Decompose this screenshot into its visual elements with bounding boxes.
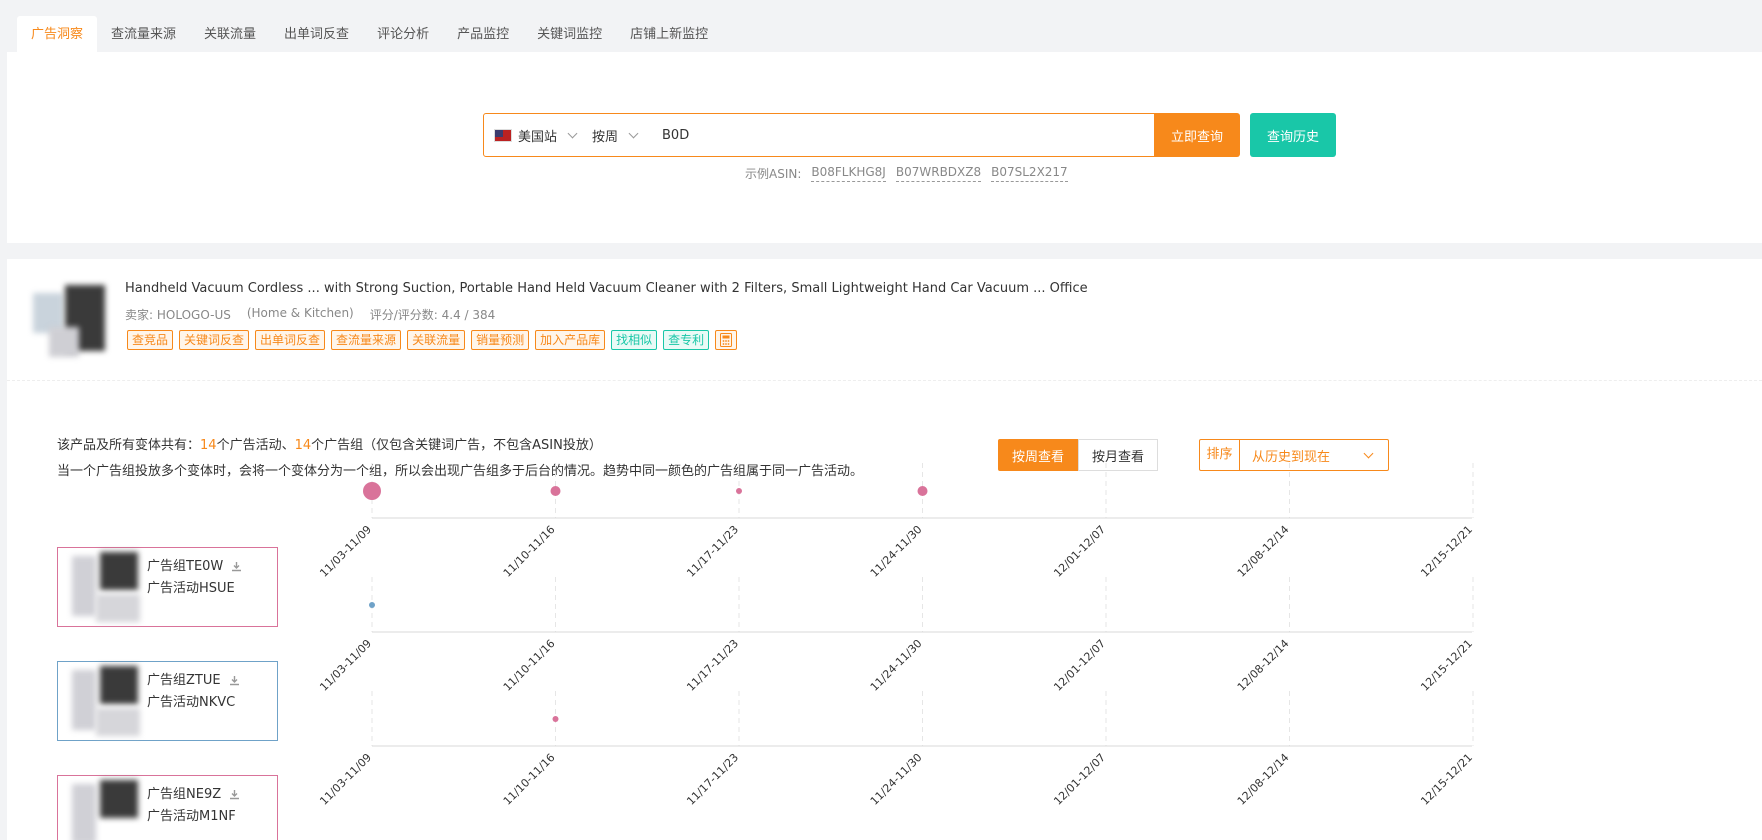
week-tick-label: 12/08-12/14 — [1235, 751, 1292, 808]
query-now-button[interactable]: 立即查询 — [1154, 113, 1240, 157]
week-tick-label: 12/01-12/07 — [1051, 637, 1108, 694]
tab-product-monitor[interactable]: 产品监控 — [443, 16, 523, 52]
ad-activity-dot[interactable] — [917, 486, 928, 496]
week-tick-label: 11/17-11/23 — [684, 751, 741, 808]
ad-activity-dot[interactable] — [550, 486, 561, 496]
chevron-down-icon — [567, 128, 578, 138]
tab-store-monitor[interactable]: 店铺上新监控 — [616, 16, 722, 52]
example-asin-link[interactable]: B07WRBDXZ8 — [895, 165, 982, 182]
ad-trend-timeline: 11/03-11/09 11/10-11/16 11/17-11/23 11/24-1… — [317, 463, 1475, 808]
week-tick-label: 11/10-11/16 — [501, 751, 558, 808]
tab-ad-insight[interactable]: 广告洞察 — [17, 16, 98, 52]
week-tick-label: 11/10-11/16 — [501, 523, 558, 580]
ad-activity-dot[interactable] — [552, 716, 559, 722]
week-tick-label: 11/24-11/30 — [868, 637, 925, 694]
period-select[interactable]: 按周 — [584, 126, 654, 145]
week-tick-label: 12/15-12/21 — [1418, 637, 1475, 694]
ad-activity-dot[interactable] — [363, 482, 381, 500]
week-tick-label: 11/24-11/30 — [868, 523, 925, 580]
week-tick-label: 11/17-11/23 — [684, 637, 741, 694]
week-tick-label: 12/15-12/21 — [1418, 751, 1475, 808]
week-tick-label: 11/17-11/23 — [684, 523, 741, 580]
week-tick-label: 12/08-12/14 — [1235, 637, 1292, 694]
us-flag-icon — [494, 128, 512, 142]
example-asin-link[interactable]: B07SL2X217 — [991, 165, 1068, 182]
example-asins: 示例ASIN: B08FLKHG8J B07WRBDXZ8 B07SL2X217 — [745, 165, 1068, 182]
chevron-down-icon — [628, 128, 639, 138]
week-tick-label: 11/03-11/09 — [317, 751, 374, 808]
search-panel: 美国站 按周 立即查询 查询历史 示例ASIN: B08FLKHG8J B07W… — [7, 52, 1762, 243]
week-tick-label: 11/03-11/09 — [317, 637, 374, 694]
week-tick-label: 12/01-12/07 — [1051, 523, 1108, 580]
site-select-label: 美国站 — [518, 129, 558, 145]
query-history-button[interactable]: 查询历史 — [1250, 113, 1336, 157]
search-box: 美国站 按周 — [483, 113, 1193, 157]
week-tick-label: 11/03-11/09 — [317, 523, 374, 580]
week-tick-label: 12/01-12/07 — [1051, 751, 1108, 808]
ad-activity-dot[interactable] — [369, 602, 375, 608]
main-panel: Handheld Vacuum Cordless ... with Strong… — [7, 259, 1762, 840]
tab-related-traffic[interactable]: 关联流量 — [190, 16, 270, 52]
tab-traffic-source[interactable]: 查流量来源 — [97, 16, 190, 52]
ad-activity-dot[interactable] — [736, 488, 742, 494]
tab-review-analysis[interactable]: 评论分析 — [363, 16, 443, 52]
week-tick-label: 12/08-12/14 — [1235, 523, 1292, 580]
examples-label: 示例ASIN: — [745, 167, 802, 181]
site-select[interactable]: 美国站 — [484, 126, 584, 145]
week-tick-label: 11/10-11/16 — [501, 637, 558, 694]
top-tabs: 广告洞察 查流量来源 关联流量 出单词反查 评论分析 产品监控 关键词监控 店铺… — [17, 16, 722, 52]
week-tick-label: 11/24-11/30 — [868, 751, 925, 808]
period-select-label: 按周 — [592, 129, 619, 145]
example-asin-link[interactable]: B08FLKHG8J — [811, 165, 886, 182]
tab-order-keyword[interactable]: 出单词反查 — [270, 16, 363, 52]
tab-keyword-monitor[interactable]: 关键词监控 — [523, 16, 616, 52]
week-tick-label: 12/15-12/21 — [1418, 523, 1475, 580]
asin-search-input[interactable] — [662, 115, 1192, 155]
